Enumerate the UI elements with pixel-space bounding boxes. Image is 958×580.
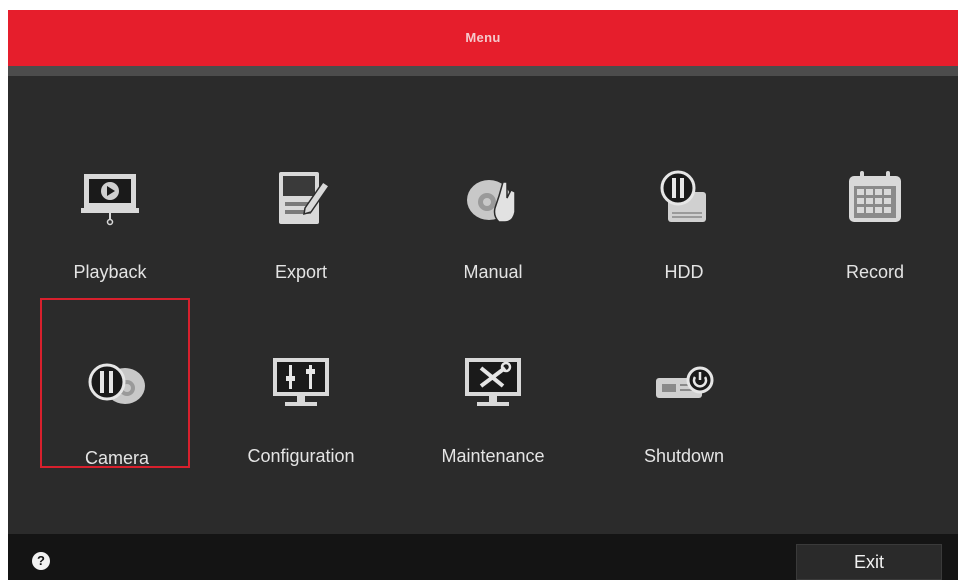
menu-window: Menu Playback Export Manual HDD Record C… [8,10,958,580]
window-title: Menu [465,30,501,45]
menu-item-shutdown[interactable]: Shutdown [609,298,759,468]
menu-item-label: Camera [84,448,150,468]
menu-item-label: Configuration [247,446,355,466]
hdd-icon [654,168,714,228]
menu-item-label: Record [845,262,905,282]
title-bar: Menu [8,10,958,66]
menu-item-label: Maintenance [441,446,545,466]
shutdown-icon [654,352,714,412]
configuration-icon [271,352,331,412]
menu-item-hdd[interactable]: HDD [609,114,759,284]
menu-item-camera[interactable]: Camera [40,298,190,468]
menu-item-manual[interactable]: Manual [418,114,568,284]
record-icon [845,168,905,228]
question-icon[interactable]: ? [32,552,50,570]
exit-button[interactable]: Exit [796,544,942,580]
title-divider [8,66,958,76]
menu-item-configuration[interactable]: Configuration [226,298,376,468]
menu-item-label: Playback [73,262,147,282]
export-icon [271,168,331,228]
menu-item-label: HDD [664,262,704,282]
maintenance-icon [463,352,523,412]
footer-bar: ? Exit [8,534,958,580]
menu-item-label: Export [274,262,328,282]
menu-item-record[interactable]: Record [800,114,950,284]
menu-item-label: Manual [463,262,523,282]
menu-item-playback[interactable]: Playback [35,114,185,284]
camera-icon [87,354,147,414]
menu-item-maintenance[interactable]: Maintenance [418,298,568,468]
playback-icon [80,168,140,228]
menu-item-label: Shutdown [643,446,725,466]
menu-item-export[interactable]: Export [226,114,376,284]
menu-grid: Playback Export Manual HDD Record Camera… [8,76,958,536]
manual-icon [463,168,523,228]
